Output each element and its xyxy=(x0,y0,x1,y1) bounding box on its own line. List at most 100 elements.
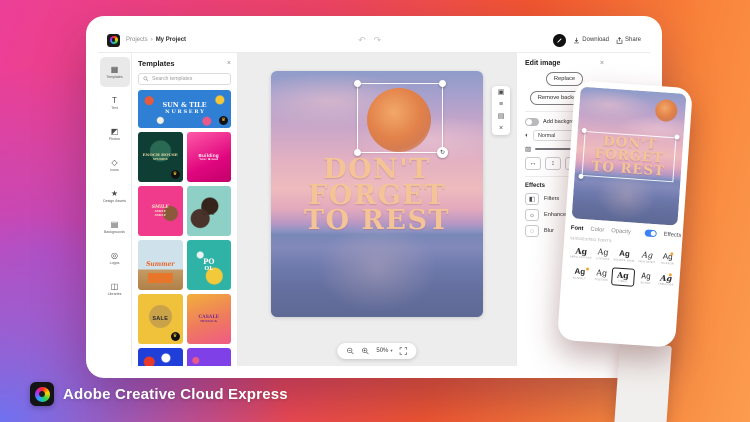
rotate-handle[interactable]: ↻ xyxy=(437,147,448,158)
text-icon: T xyxy=(112,95,117,105)
font-option-literata[interactable]: Ag Literata xyxy=(595,245,612,264)
opacity-icon: ▨ xyxy=(525,146,532,153)
download-label: Download xyxy=(582,37,609,43)
app-topbar: Projects › My Project ↶ ↷ Download Share xyxy=(98,28,650,53)
close-icon[interactable]: × xyxy=(227,60,231,67)
sidebar-item-photos[interactable]: ◩ Photos xyxy=(100,119,130,149)
text-selection-box[interactable]: DON'T FORGET TO REST xyxy=(578,127,680,183)
template-thumbnail-young-at-heart[interactable]: YOUNGATHEART xyxy=(186,348,231,366)
selection-box[interactable]: ↻ xyxy=(354,80,448,158)
sidebar-item-logos[interactable]: ◎ Logos xyxy=(100,243,130,273)
close-icon[interactable]: × xyxy=(600,60,604,67)
artwork-headline[interactable]: DON'T FORGET TO REST xyxy=(271,156,483,234)
template-thumbnail-smile[interactable]: SMILE SMILE SMILE xyxy=(138,186,183,236)
sidebar-item-templates[interactable]: ▦ Templates xyxy=(99,57,130,87)
replace-button[interactable]: Replace xyxy=(545,72,584,86)
sidebar-item-design-assets[interactable]: ★ Design Assets xyxy=(100,181,130,211)
zoom-toolbar: 50% ▾ xyxy=(337,343,417,359)
font-option-blakely[interactable]: Ag Blakely xyxy=(567,264,592,284)
breadcrumb-projects[interactable]: Projects xyxy=(126,37,148,43)
font-option-times[interactable]: Ag Times xyxy=(610,267,635,287)
font-name: Blado xyxy=(640,281,651,285)
sidebar-item-label: Logos xyxy=(109,260,120,265)
font-sample: Ag xyxy=(618,248,631,259)
flip-horizontal-button[interactable]: ↔ xyxy=(525,157,541,170)
logos-icon: ◎ xyxy=(111,250,118,260)
template-title: BLACK HISTORY MONTH xyxy=(201,204,217,217)
layers-icon[interactable]: ≡ xyxy=(499,101,503,108)
cc-ring-icon xyxy=(109,36,118,44)
share-icon xyxy=(616,36,623,44)
phone-tab-color[interactable]: Color xyxy=(590,226,604,233)
template-thumbnail-building-brand[interactable]: Building Your Brand xyxy=(186,132,231,182)
template-thumbnail-sun-tile[interactable]: SUN & TILE N U R S E R Y ♛ xyxy=(138,90,231,128)
effects-toggle-label: Effects xyxy=(663,231,682,239)
zoom-out-button[interactable] xyxy=(346,347,354,355)
template-thumbnail-sale[interactable]: SALE ♛ xyxy=(138,294,183,344)
effects-toggle[interactable] xyxy=(644,229,658,238)
sidebar-item-label: Text xyxy=(111,105,118,110)
font-name: Source Sans xyxy=(613,258,635,263)
template-thumbnail-pool[interactable]: PO OL xyxy=(186,240,231,290)
template-title: SMILE SMILE SMILE xyxy=(151,204,169,217)
flip-vertical-button[interactable]: ↕ xyxy=(545,157,561,170)
templates-panel: Templates × Search templates SUN & TILE N… xyxy=(132,53,238,366)
footer-brand: Adobe Creative Cloud Express xyxy=(30,382,288,406)
phone-tab-font[interactable]: Font xyxy=(571,225,584,232)
font-option-postino[interactable]: Ag Postino xyxy=(593,266,610,285)
phone-tab-opacity[interactable]: Opacity xyxy=(611,228,631,235)
templates-icon: ▦ xyxy=(110,64,119,74)
font-option-blado[interactable]: Ag Blado xyxy=(636,269,656,288)
redo-icon[interactable]: ↷ xyxy=(374,35,382,46)
sidebar-item-backgrounds[interactable]: ▤ Backgrounds xyxy=(100,212,130,242)
selection-handle[interactable] xyxy=(673,133,680,140)
design-assets-icon: ★ xyxy=(110,188,119,198)
template-thumbnail-casale-hossack[interactable]: CASALE HOSSACK xyxy=(186,294,231,344)
breadcrumb-separator: › xyxy=(150,37,153,43)
duplicate-icon[interactable]: ▣ xyxy=(498,89,505,96)
fit-screen-button[interactable] xyxy=(399,347,408,355)
selection-handle[interactable] xyxy=(439,80,446,87)
undo-icon[interactable]: ↶ xyxy=(358,35,366,46)
zoom-level-dropdown[interactable]: 50% ▾ xyxy=(376,348,392,354)
topbar-actions: Download Share xyxy=(553,33,641,47)
sidebar-item-text[interactable]: T Text xyxy=(100,88,130,118)
add-background-toggle[interactable] xyxy=(525,118,539,126)
template-thumbnail-black-history-month[interactable]: BLACK HISTORY MONTH xyxy=(186,186,231,236)
edit-panel-title: Edit image xyxy=(525,60,561,67)
font-option-source-sans[interactable]: Ag Source Sans xyxy=(612,246,636,266)
zoom-in-button[interactable] xyxy=(361,347,369,355)
selection-handle[interactable] xyxy=(354,80,361,87)
font-name: Literata xyxy=(595,257,610,262)
phone-artwork[interactable]: DON'T FORGET TO REST xyxy=(571,86,687,226)
photos-icon: ◩ xyxy=(110,126,119,136)
font-option-telefon[interactable]: Ag Telefon xyxy=(658,249,677,268)
promo-stage: Projects › My Project ↶ ↷ Download Share… xyxy=(0,0,750,422)
sidebar-item-icons[interactable]: ◇ Icons xyxy=(100,150,130,180)
font-option-new-spirit[interactable]: Ag New Spirit xyxy=(637,248,657,267)
position-icon[interactable]: ▤ xyxy=(498,113,505,120)
search-input[interactable]: Search templates xyxy=(138,73,231,85)
template-thumbnail-enoch-house[interactable]: ENOCH HOUSE STUDIOS ♛ xyxy=(138,132,183,182)
icons-icon: ◇ xyxy=(111,157,118,167)
template-thumbnail-summer[interactable]: Summer xyxy=(138,240,183,290)
enhancements-icon: ☼ xyxy=(525,209,539,221)
font-name: Abril Fatface xyxy=(569,255,592,260)
selection-handle[interactable] xyxy=(354,149,361,156)
template-thumbnail-midnight[interactable]: MIDNIGHT xyxy=(138,348,183,366)
avatar[interactable] xyxy=(553,33,567,47)
sidebar-item-libraries[interactable]: ◫ Libraries xyxy=(100,274,130,304)
phone-edit-panel: Font Color Opacity Effects SUGGESTED FONTS… xyxy=(563,218,682,341)
share-button[interactable]: Share xyxy=(616,36,641,44)
backgrounds-icon: ▤ xyxy=(110,219,119,229)
sidebar-item-label: Templates xyxy=(106,74,123,79)
template-title: CASALE HOSSACK xyxy=(198,314,219,323)
effects-item-label: Filters xyxy=(544,196,560,202)
delete-icon[interactable]: × xyxy=(499,125,503,132)
libraries-icon: ◫ xyxy=(110,281,119,291)
download-button[interactable]: Download xyxy=(573,37,609,44)
font-option-abril-fatface[interactable]: Ag Abril Fatface xyxy=(569,243,594,263)
font-option-fabulosa[interactable]: Ag Fabulosa xyxy=(657,270,676,289)
artwork[interactable]: DON'T FORGET TO REST ↻ xyxy=(271,71,483,317)
font-name: New Spirit xyxy=(638,260,656,265)
